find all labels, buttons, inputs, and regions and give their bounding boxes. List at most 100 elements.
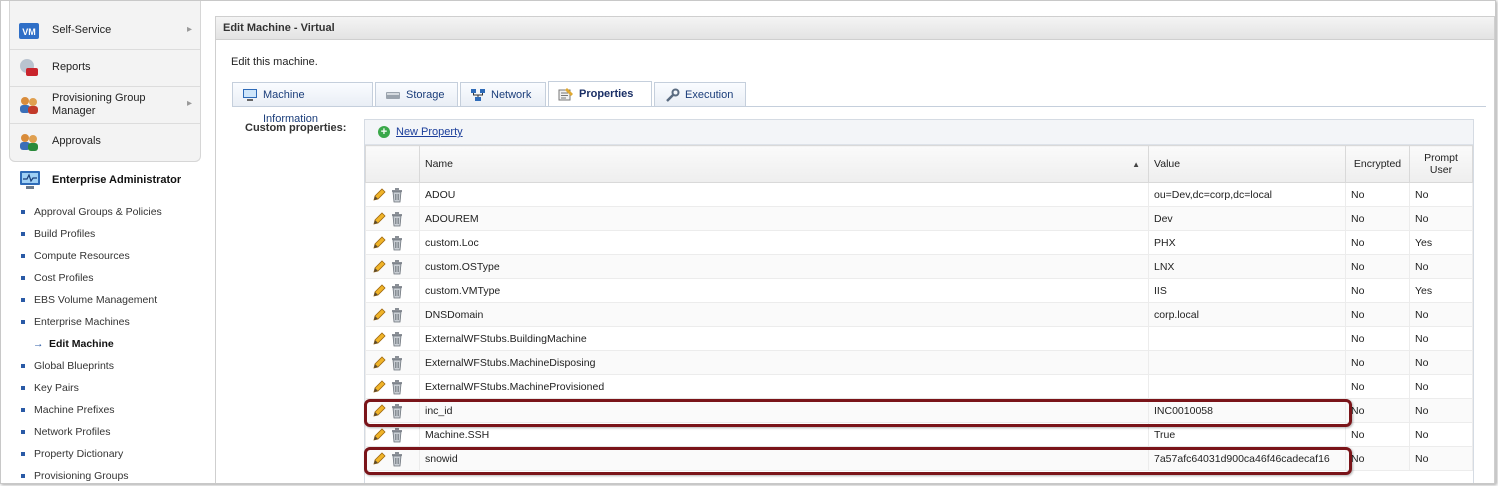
intro-text: Edit this machine. [231, 56, 318, 68]
row-actions [365, 374, 420, 399]
nav-top-group: VM Self-Service ▸ Reports Provisioning G… [9, 1, 201, 162]
cell-value: True [1148, 422, 1346, 447]
edit-pencil-icon[interactable] [371, 235, 387, 251]
cell-prompt-user: No [1409, 302, 1473, 327]
cell-encrypted: No [1345, 350, 1410, 375]
nav-item-label: Provisioning Group Manager [52, 92, 146, 117]
submenu-item[interactable]: Global Blueprints [19, 355, 199, 377]
bullet-icon [21, 474, 25, 478]
cell-value [1148, 374, 1346, 399]
tab-machine-information[interactable]: Machine Information [232, 82, 373, 125]
submenu-item[interactable]: Provisioning Groups [19, 465, 199, 483]
table-row: DNSDomain corp.local No No [365, 302, 1473, 327]
edit-pencil-icon[interactable] [371, 307, 387, 323]
delete-trash-icon[interactable] [389, 379, 405, 395]
submenu-item[interactable]: Compute Resources [19, 245, 199, 267]
submenu-item-active[interactable]: → Edit Machine [19, 333, 199, 355]
delete-trash-icon[interactable] [389, 307, 405, 323]
bullet-icon [21, 452, 25, 456]
edit-pencil-icon[interactable] [371, 451, 387, 467]
properties-table: Name ▲ Value Encrypted Prompt User ADOU ou… [365, 145, 1473, 471]
column-header-encrypted[interactable]: Encrypted [1345, 145, 1410, 183]
edit-pencil-icon[interactable] [371, 427, 387, 443]
delete-trash-icon[interactable] [389, 211, 405, 227]
cell-value: ou=Dev,dc=corp,dc=local [1148, 182, 1346, 207]
cell-prompt-user: No [1409, 398, 1473, 423]
cell-value: Dev [1148, 206, 1346, 231]
tab-storage[interactable]: Storage [375, 82, 458, 106]
tab-properties[interactable]: Properties [548, 81, 652, 107]
bullet-icon [21, 408, 25, 412]
nav-item-self-service[interactable]: VM Self-Service ▸ [10, 13, 200, 50]
submenu-item[interactable]: Cost Profiles [19, 267, 199, 289]
row-actions [365, 278, 420, 303]
edit-pencil-icon[interactable] [371, 403, 387, 419]
table-row: custom.Loc PHX No Yes [365, 230, 1473, 255]
edit-pencil-icon[interactable] [371, 331, 387, 347]
row-actions [365, 254, 420, 279]
custom-properties-label: Custom properties: [245, 122, 347, 134]
edit-pencil-icon[interactable] [371, 187, 387, 203]
grid-toolbar: + New Property [365, 120, 1473, 145]
custom-properties-grid: + New Property Name ▲ Value Encrypted Pro… [364, 119, 1474, 483]
submenu-item[interactable]: Machine Prefixes [19, 399, 199, 421]
row-actions [365, 182, 420, 207]
wrench-icon [666, 88, 680, 102]
column-header-prompt-user[interactable]: Prompt User [1409, 145, 1473, 183]
delete-trash-icon[interactable] [389, 235, 405, 251]
delete-trash-icon[interactable] [389, 259, 405, 275]
delete-trash-icon[interactable] [389, 355, 405, 371]
submenu-item[interactable]: Property Dictionary [19, 443, 199, 465]
edit-pencil-icon[interactable] [371, 355, 387, 371]
new-property-link[interactable]: New Property [396, 126, 463, 138]
nav-item-provisioning-group-manager[interactable]: Provisioning Group Manager ▸ [10, 87, 200, 124]
cell-encrypted: No [1345, 374, 1410, 399]
delete-trash-icon[interactable] [389, 451, 405, 467]
bullet-icon [21, 364, 25, 368]
arrow-right-icon: → [33, 338, 44, 350]
tab-execution[interactable]: Execution [654, 82, 746, 106]
cell-name: snowid [419, 446, 1149, 471]
add-icon[interactable]: + [378, 126, 390, 138]
column-header-name[interactable]: Name ▲ [419, 145, 1149, 183]
delete-trash-icon[interactable] [389, 427, 405, 443]
cell-name: ExternalWFStubs.BuildingMachine [419, 326, 1149, 351]
cell-name: custom.VMType [419, 278, 1149, 303]
delete-trash-icon[interactable] [389, 403, 405, 419]
enterprise-administrator-header[interactable]: Enterprise Administrator [9, 165, 199, 199]
submenu-item[interactable]: Approval Groups & Policies [19, 201, 199, 223]
delete-trash-icon[interactable] [389, 187, 405, 203]
cell-encrypted: No [1345, 326, 1410, 351]
submenu-item[interactable]: Network Profiles [19, 421, 199, 443]
delete-trash-icon[interactable] [389, 331, 405, 347]
edit-pencil-icon[interactable] [371, 379, 387, 395]
cell-value: LNX [1148, 254, 1346, 279]
edit-pencil-icon[interactable] [371, 283, 387, 299]
group-manager-icon [20, 97, 38, 114]
submenu-item[interactable]: Build Profiles [19, 223, 199, 245]
column-header-value[interactable]: Value [1148, 145, 1346, 183]
edit-pencil-icon[interactable] [371, 211, 387, 227]
delete-trash-icon[interactable] [389, 283, 405, 299]
properties-icon [558, 88, 573, 101]
edit-pencil-icon[interactable] [371, 259, 387, 275]
submenu-item[interactable]: Enterprise Machines [19, 311, 199, 333]
network-icon [471, 89, 485, 101]
submenu-item[interactable]: EBS Volume Management [19, 289, 199, 311]
cell-encrypted: No [1345, 422, 1410, 447]
submenu-item[interactable]: Key Pairs [19, 377, 199, 399]
row-actions [365, 446, 420, 471]
cell-prompt-user: No [1409, 182, 1473, 207]
sort-ascending-icon: ▲ [1132, 160, 1140, 169]
nav-item-approvals[interactable]: Approvals [10, 124, 200, 160]
cell-name: ExternalWFStubs.MachineDisposing [419, 350, 1149, 375]
nav-item-reports[interactable]: Reports [10, 50, 200, 87]
nav-item-label: Approvals [52, 135, 101, 147]
cell-prompt-user: No [1409, 206, 1473, 231]
cell-prompt-user: No [1409, 254, 1473, 279]
svg-text:VM: VM [22, 27, 36, 37]
cell-encrypted: No [1345, 446, 1410, 471]
cell-prompt-user: Yes [1409, 230, 1473, 255]
tab-network[interactable]: Network [460, 82, 546, 106]
row-actions [365, 326, 420, 351]
